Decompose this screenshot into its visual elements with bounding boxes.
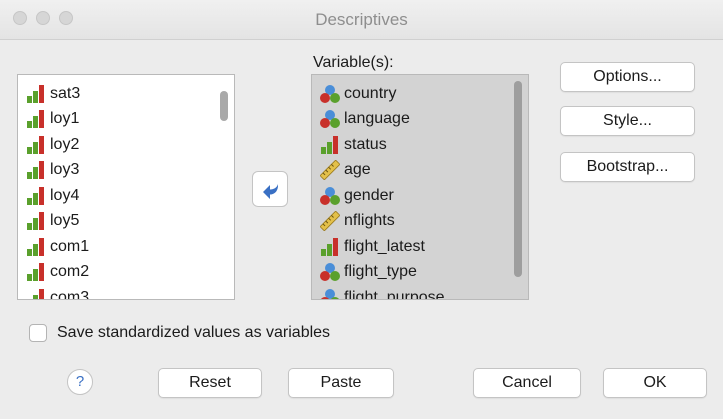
selected-variable-item-label: flight_latest: [344, 237, 425, 255]
nominal-icon: [320, 186, 340, 206]
selected-variable-item-label: flight_purpose: [344, 288, 445, 300]
ordinal-icon: [320, 237, 340, 257]
ordinal-icon: [26, 288, 46, 299]
source-variable-item[interactable]: loy5: [26, 209, 234, 235]
source-variable-item[interactable]: loy2: [26, 132, 234, 158]
source-variable-item-label: loy1: [50, 110, 80, 128]
variables-scrollbar-thumb[interactable]: [514, 81, 522, 277]
save-standardized-checkbox[interactable]: [29, 324, 47, 342]
nominal-icon: [320, 84, 340, 104]
selected-variable-item[interactable]: language: [320, 107, 528, 133]
source-variable-item[interactable]: loy3: [26, 158, 234, 184]
selected-variables-list[interactable]: country language status age gender nflights fl…: [311, 74, 529, 300]
selected-variable-item-label: nflights: [344, 212, 395, 230]
ordinal-icon: [26, 237, 46, 257]
selected-variable-item[interactable]: gender: [320, 183, 528, 209]
move-variable-button[interactable]: [252, 171, 288, 207]
selected-variable-item[interactable]: nflights: [320, 209, 528, 235]
selected-variable-item[interactable]: status: [320, 132, 528, 158]
source-variable-item-label: sat3: [50, 84, 81, 102]
selected-variable-item[interactable]: age: [320, 158, 528, 184]
selected-variable-item-label: age: [344, 161, 371, 179]
source-variable-list[interactable]: sat3 loy1 loy2 loy3 loy4 loy5 com1 com2 com3: [17, 74, 235, 300]
ordinal-icon: [26, 109, 46, 129]
selected-variable-item[interactable]: flight_latest: [320, 234, 528, 260]
source-variable-item[interactable]: loy4: [26, 183, 234, 209]
reset-button[interactable]: Reset: [158, 368, 262, 398]
source-variable-item-label: loy2: [50, 135, 80, 153]
ordinal-icon: [26, 211, 46, 231]
selected-variable-item[interactable]: flight_purpose: [320, 285, 528, 300]
source-variable-item-label: com1: [50, 237, 90, 255]
window-title: Descriptives: [315, 10, 408, 29]
source-variable-item-label: com2: [50, 263, 90, 281]
source-list-scrollbar-thumb[interactable]: [220, 91, 228, 121]
style-button[interactable]: Style...: [560, 106, 695, 136]
source-variable-items: sat3 loy1 loy2 loy3 loy4 loy5 com1 com2 com3: [18, 75, 234, 300]
ok-button[interactable]: OK: [603, 368, 707, 398]
ordinal-icon: [26, 262, 46, 282]
save-standardized-label: Save standardized values as variables: [57, 324, 331, 341]
cancel-button[interactable]: Cancel: [473, 368, 581, 398]
ordinal-icon: [320, 135, 340, 155]
arrow-left-icon: [263, 184, 279, 199]
source-variable-item-label: com3: [50, 288, 90, 300]
source-variable-item-label: loy5: [50, 212, 80, 230]
selected-variable-item-label: status: [344, 135, 387, 153]
selected-variable-item[interactable]: country: [320, 81, 528, 107]
source-variable-item[interactable]: com2: [26, 260, 234, 286]
bootstrap-button[interactable]: Bootstrap...: [560, 152, 695, 182]
selected-variable-item-label: country: [344, 84, 397, 102]
nominal-icon: [320, 109, 340, 129]
selected-variable-items: country language status age gender nflights fl…: [312, 75, 528, 300]
nominal-icon: [320, 288, 340, 299]
selected-variable-item-label: language: [344, 110, 410, 128]
scale-icon: [320, 211, 340, 232]
source-variable-item[interactable]: com1: [26, 234, 234, 260]
source-variable-item[interactable]: loy1: [26, 107, 234, 133]
help-button[interactable]: ?: [67, 369, 93, 395]
source-variable-item[interactable]: com3: [26, 285, 234, 300]
selected-variable-item-label: gender: [344, 186, 394, 204]
source-variable-item[interactable]: sat3: [26, 81, 234, 107]
variables-label: Variable(s):: [313, 54, 394, 71]
paste-button[interactable]: Paste: [288, 368, 394, 398]
ordinal-icon: [26, 160, 46, 180]
ordinal-icon: [26, 135, 46, 155]
nominal-icon: [320, 262, 340, 282]
selected-variable-item-label: flight_type: [344, 263, 417, 281]
source-variable-item-label: loy3: [50, 161, 80, 179]
source-variable-item-label: loy4: [50, 186, 80, 204]
ordinal-icon: [26, 84, 46, 104]
options-button[interactable]: Options...: [560, 62, 695, 92]
scale-icon: [320, 160, 340, 181]
ordinal-icon: [26, 186, 46, 206]
title-bar: Descriptives: [0, 0, 723, 40]
selected-variable-item[interactable]: flight_type: [320, 260, 528, 286]
